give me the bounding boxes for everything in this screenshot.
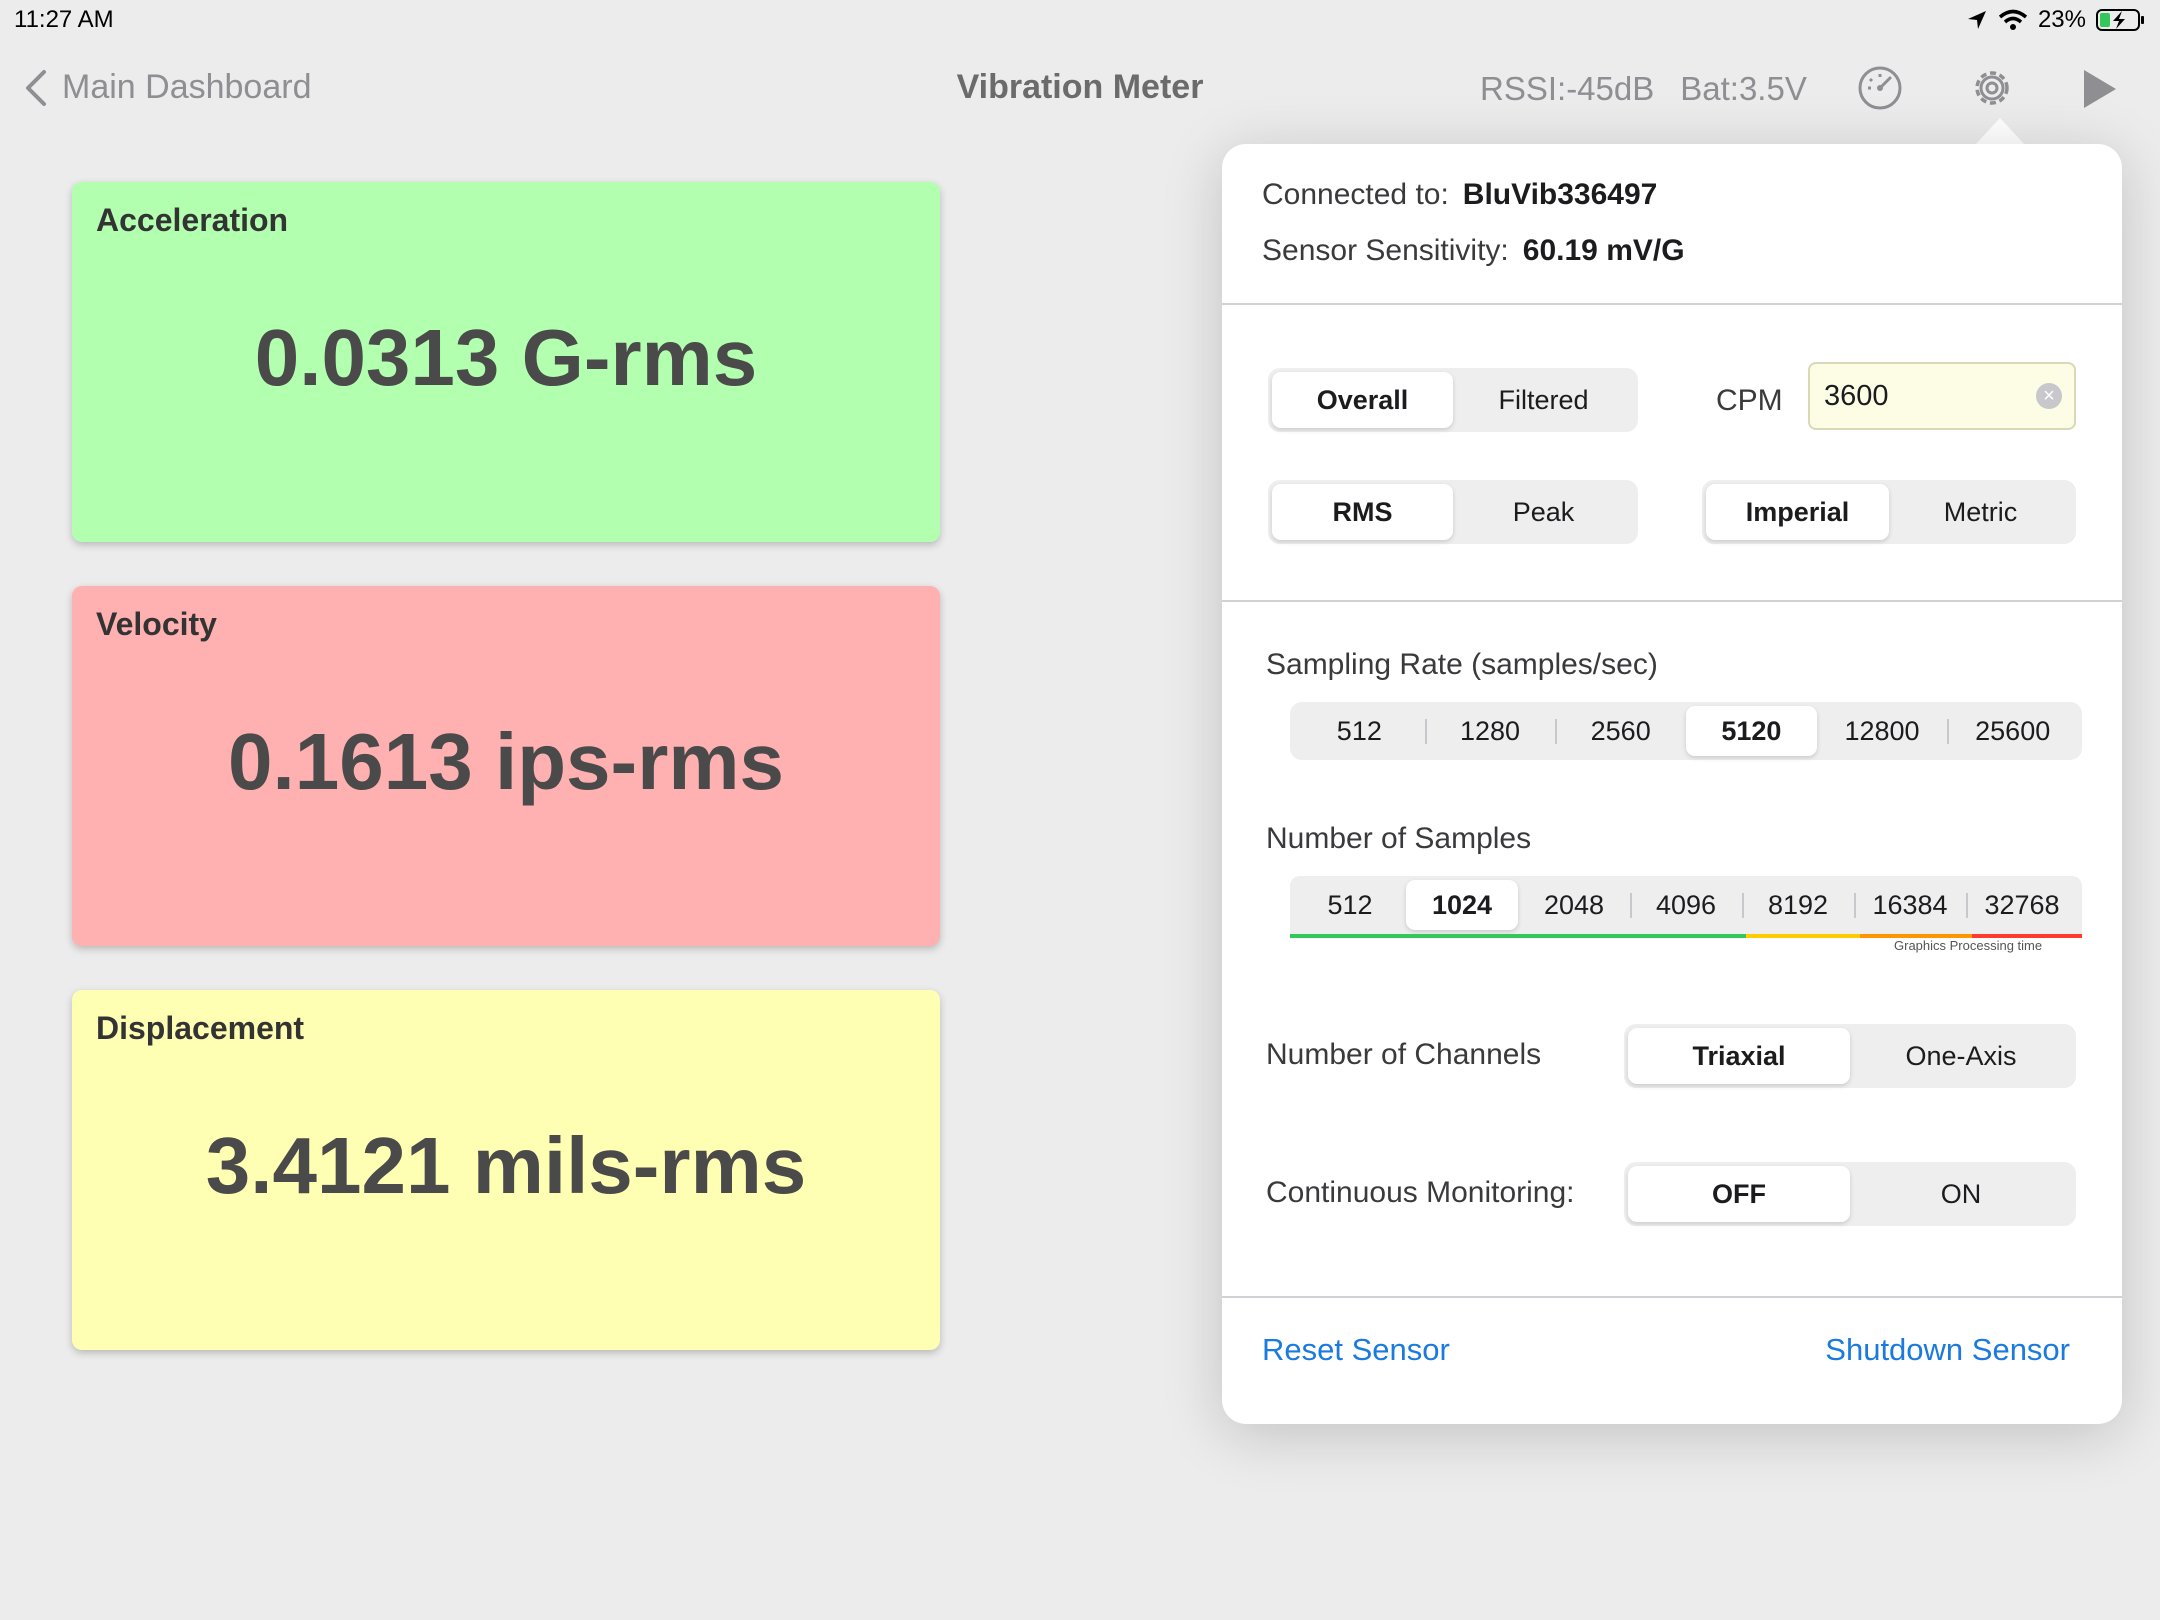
mode-option-overall[interactable]: Overall [1272, 372, 1453, 428]
sampling-rate-segmented-control: 512 1280 2560 5120 12800 25600 [1290, 702, 2082, 760]
monitoring-label: Continuous Monitoring: [1266, 1176, 1575, 1209]
back-label: Main Dashboard [62, 68, 312, 106]
num-samples-segmented-control: 512 1024 2048 4096 8192 16384 32768 [1290, 876, 2082, 934]
sampling-rate-option[interactable]: 5120 [1686, 706, 1817, 756]
status-icons: 23% [1966, 6, 2146, 34]
amplitude-option-peak[interactable]: Peak [1453, 484, 1634, 540]
channels-option-triaxial[interactable]: Triaxial [1628, 1028, 1850, 1084]
num-samples-option[interactable]: 16384 [1854, 880, 1966, 930]
channels-label: Number of Channels [1266, 1038, 1542, 1071]
back-chevron-icon [26, 69, 46, 106]
divider [1222, 1296, 2122, 1298]
rssi-readout: RSSI:-45dB [1480, 70, 1655, 107]
wifi-icon [1998, 9, 2028, 30]
sampling-rate-option[interactable]: 512 [1294, 706, 1425, 756]
connected-row: Connected to: BluVib336497 [1262, 178, 1657, 212]
num-samples-option[interactable]: 1024 [1406, 880, 1518, 930]
battery-charging-icon [2096, 9, 2144, 31]
cpm-label: CPM [1716, 384, 1783, 417]
sampling-rate-option[interactable]: 1280 [1424, 706, 1556, 756]
units-option-imperial[interactable]: Imperial [1706, 484, 1889, 540]
channels-option-one-axis[interactable]: One-Axis [1850, 1028, 2072, 1084]
gear-icon [1975, 71, 2009, 105]
num-samples-option[interactable]: 32768 [1966, 880, 2078, 930]
settings-button[interactable] [1968, 64, 2016, 117]
monitoring-segmented-control: OFF ON [1624, 1162, 2076, 1226]
displacement-card: Displacement 3.4121 mils-rms [72, 990, 940, 1350]
location-arrow-icon [1967, 11, 1986, 29]
popover-arrow [1974, 118, 2026, 146]
acceleration-card: Acceleration 0.0313 G-rms [72, 182, 940, 542]
back-button[interactable]: Main Dashboard [24, 68, 311, 107]
num-samples-option[interactable]: 8192 [1742, 880, 1854, 930]
units-option-metric[interactable]: Metric [1889, 484, 2072, 540]
clear-input-icon[interactable]: × [2036, 383, 2062, 409]
divider [1222, 303, 2122, 305]
acceleration-value: 0.0313 G-rms [254, 313, 758, 402]
amplitude-option-rms[interactable]: RMS [1272, 484, 1453, 540]
battery-voltage: Bat:3.5V [1680, 70, 1807, 107]
play-button[interactable] [2080, 68, 2120, 115]
shutdown-sensor-button[interactable]: Shutdown Sensor [1825, 1332, 2070, 1368]
sampling-rate-label: Sampling Rate (samples/sec) [1266, 648, 1658, 681]
card-label: Acceleration [96, 202, 289, 238]
processing-bar-green [1290, 934, 1746, 938]
sampling-rate-option[interactable]: 12800 [1817, 706, 1948, 756]
battery-percent: 23% [2037, 6, 2086, 33]
connected-label: Connected to: [1262, 178, 1449, 211]
num-samples-option[interactable]: 512 [1294, 880, 1406, 930]
gauge-icon [1858, 66, 1902, 110]
page-title: Vibration Meter [956, 68, 1204, 106]
sensitivity-row: Sensor Sensitivity: 60.19 mV/G [1262, 234, 1685, 268]
num-samples-option[interactable]: 4096 [1630, 880, 1742, 930]
num-samples-label: Number of Samples [1266, 822, 1532, 855]
play-icon [2084, 70, 2116, 108]
card-label: Velocity [96, 606, 217, 642]
processing-bar-yellow [1746, 934, 1860, 938]
processing-time-note: Graphics Processing time [1894, 938, 2043, 953]
sampling-rate-option[interactable]: 25600 [1947, 706, 2078, 756]
settings-popover: Connected to: BluVib336497 Sensor Sensiti… [1222, 144, 2122, 1424]
status-time: 11:27 AM [14, 6, 114, 33]
reset-sensor-button[interactable]: Reset Sensor [1262, 1332, 1450, 1368]
connected-device: BluVib336497 [1462, 178, 1658, 211]
gauge-button[interactable] [1856, 64, 1904, 117]
amplitude-segmented-control: RMS Peak [1268, 480, 1638, 544]
divider [1222, 600, 2122, 602]
monitoring-option-on[interactable]: ON [1850, 1166, 2072, 1222]
mode-option-filtered[interactable]: Filtered [1453, 372, 1634, 428]
units-segmented-control: Imperial Metric [1702, 480, 2076, 544]
monitoring-option-off[interactable]: OFF [1628, 1166, 1850, 1222]
mode-segmented-control: Overall Filtered [1268, 368, 1638, 432]
sensor-info: RSSI:-45dB Bat:3.5V [1480, 70, 1807, 108]
num-samples-option[interactable]: 2048 [1518, 880, 1630, 930]
velocity-card: Velocity 0.1613 ips-rms [72, 586, 940, 946]
card-label: Displacement [96, 1010, 305, 1046]
sensitivity-label: Sensor Sensitivity: [1262, 234, 1509, 267]
velocity-value: 0.1613 ips-rms [228, 717, 784, 806]
sensitivity-value: 60.19 mV/G [1522, 234, 1685, 267]
displacement-value: 3.4121 mils-rms [205, 1121, 807, 1210]
channels-segmented-control: Triaxial One-Axis [1624, 1024, 2076, 1088]
sampling-rate-option[interactable]: 2560 [1555, 706, 1686, 756]
